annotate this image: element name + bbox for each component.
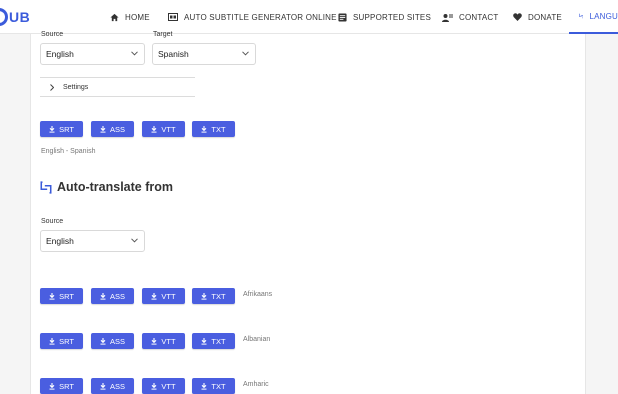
download-srt-button[interactable]: SRT bbox=[40, 333, 83, 349]
main-content: Source Target English Spanish Settings S… bbox=[30, 31, 586, 394]
nav-supported-sites[interactable]: SUPPORTED SITES bbox=[338, 0, 431, 34]
chevron-down-icon bbox=[131, 51, 138, 56]
source-select[interactable]: English bbox=[40, 43, 145, 65]
download-srt-button[interactable]: SRT bbox=[40, 121, 83, 137]
nav-home-label: HOME bbox=[125, 12, 150, 22]
download-srt-label: SRT bbox=[59, 291, 74, 301]
download-ass-button[interactable]: ASS bbox=[91, 333, 134, 349]
download-icon bbox=[201, 382, 207, 390]
download-ass-label: ASS bbox=[109, 291, 125, 301]
download-icon bbox=[151, 382, 157, 390]
translate-icon bbox=[579, 13, 584, 19]
download-vtt-label: VTT bbox=[161, 336, 176, 346]
logo-mark bbox=[0, 8, 8, 26]
nav-contact[interactable]: CONTACT bbox=[442, 0, 498, 34]
download-ass-button[interactable]: ASS bbox=[91, 378, 134, 394]
download-ass-label: ASS bbox=[109, 336, 125, 346]
source-select-value: English bbox=[46, 49, 74, 59]
home-icon bbox=[110, 13, 119, 21]
download-vtt-button[interactable]: VTT bbox=[142, 333, 185, 349]
nav-donate[interactable]: DONATE bbox=[513, 0, 562, 34]
top-navbar: UB HOME AUTO SUBTITLE GENERATOR ONLINE S… bbox=[0, 0, 618, 34]
download-txt-button[interactable]: TXT bbox=[192, 378, 235, 394]
download-txt-button[interactable]: TXT bbox=[192, 333, 235, 349]
download-txt-label: TXT bbox=[211, 381, 226, 391]
language-name: Amharic bbox=[243, 381, 269, 388]
download-srt-button[interactable]: SRT bbox=[40, 378, 83, 394]
contact-icon bbox=[442, 13, 453, 22]
source-label: Source bbox=[41, 31, 64, 38]
download-ass-button[interactable]: ASS bbox=[91, 288, 134, 304]
target-select[interactable]: Spanish bbox=[152, 43, 256, 65]
download-ass-button[interactable]: ASS bbox=[91, 121, 134, 137]
download-icon bbox=[100, 337, 106, 345]
download-icon bbox=[201, 125, 207, 133]
cc-icon bbox=[168, 13, 178, 21]
download-txt-label: TXT bbox=[211, 124, 226, 134]
auto-translate-heading-text: Auto-translate from bbox=[57, 180, 173, 194]
nav-auto-subtitle-label: AUTO SUBTITLE GENERATOR ONLINE bbox=[184, 12, 337, 22]
download-icon bbox=[201, 292, 207, 300]
download-ass-label: ASS bbox=[109, 124, 125, 134]
target-label: Target bbox=[153, 31, 173, 38]
download-icon bbox=[100, 292, 106, 300]
list-icon bbox=[338, 12, 347, 22]
download-vtt-label: VTT bbox=[161, 381, 176, 391]
settings-label: Settings bbox=[63, 83, 89, 91]
download-vtt-label: VTT bbox=[161, 124, 176, 134]
auto-source-select-value: English bbox=[46, 236, 74, 246]
download-icon bbox=[100, 382, 106, 390]
language-name: Afrikaans bbox=[243, 291, 273, 298]
download-icon bbox=[49, 337, 55, 345]
nav-contact-label: CONTACT bbox=[459, 12, 499, 22]
nav-supported-sites-label: SUPPORTED SITES bbox=[353, 12, 431, 22]
download-icon bbox=[49, 292, 55, 300]
download-icon bbox=[201, 337, 207, 345]
download-icon bbox=[49, 382, 55, 390]
download-srt-label: SRT bbox=[59, 381, 74, 391]
download-icon bbox=[49, 125, 55, 133]
auto-source-select[interactable]: English bbox=[40, 230, 145, 252]
nav-donate-label: DONATE bbox=[528, 12, 562, 22]
download-txt-label: TXT bbox=[211, 291, 226, 301]
download-vtt-button[interactable]: VTT bbox=[142, 288, 185, 304]
download-txt-button[interactable]: TXT bbox=[192, 288, 235, 304]
download-vtt-button[interactable]: VTT bbox=[142, 121, 185, 137]
download-icon bbox=[151, 292, 157, 300]
download-srt-label: SRT bbox=[59, 124, 74, 134]
heart-icon bbox=[513, 13, 522, 21]
chevron-down-icon bbox=[242, 51, 249, 56]
language-name: Albanian bbox=[243, 336, 271, 343]
settings-toggle[interactable]: Settings bbox=[40, 77, 195, 97]
download-icon bbox=[151, 125, 157, 133]
target-select-value: Spanish bbox=[158, 49, 189, 59]
chevron-down-icon bbox=[131, 238, 138, 243]
auto-translate-heading: Auto-translate from bbox=[40, 180, 173, 194]
download-vtt-label: VTT bbox=[161, 291, 176, 301]
chevron-right-icon bbox=[50, 83, 54, 91]
download-ass-label: ASS bbox=[109, 381, 125, 391]
download-txt-button[interactable]: TXT bbox=[192, 121, 235, 137]
download-srt-label: SRT bbox=[59, 336, 74, 346]
download-icon bbox=[151, 337, 157, 345]
site-logo[interactable]: UB bbox=[0, 5, 30, 29]
download-icon bbox=[100, 125, 106, 133]
logo-text: UB bbox=[9, 9, 31, 25]
download-srt-button[interactable]: SRT bbox=[40, 288, 83, 304]
nav-home[interactable]: HOME bbox=[110, 0, 150, 34]
nav-languages[interactable]: LANGU bbox=[569, 0, 618, 34]
auto-source-label: Source bbox=[41, 218, 64, 225]
language-pair-text: English - Spanish bbox=[41, 148, 96, 155]
download-vtt-button[interactable]: VTT bbox=[142, 378, 185, 394]
nav-languages-label: LANGU bbox=[589, 11, 618, 21]
nav-auto-subtitle[interactable]: AUTO SUBTITLE GENERATOR ONLINE bbox=[168, 0, 337, 34]
translate-icon bbox=[40, 180, 52, 194]
download-txt-label: TXT bbox=[211, 336, 226, 346]
